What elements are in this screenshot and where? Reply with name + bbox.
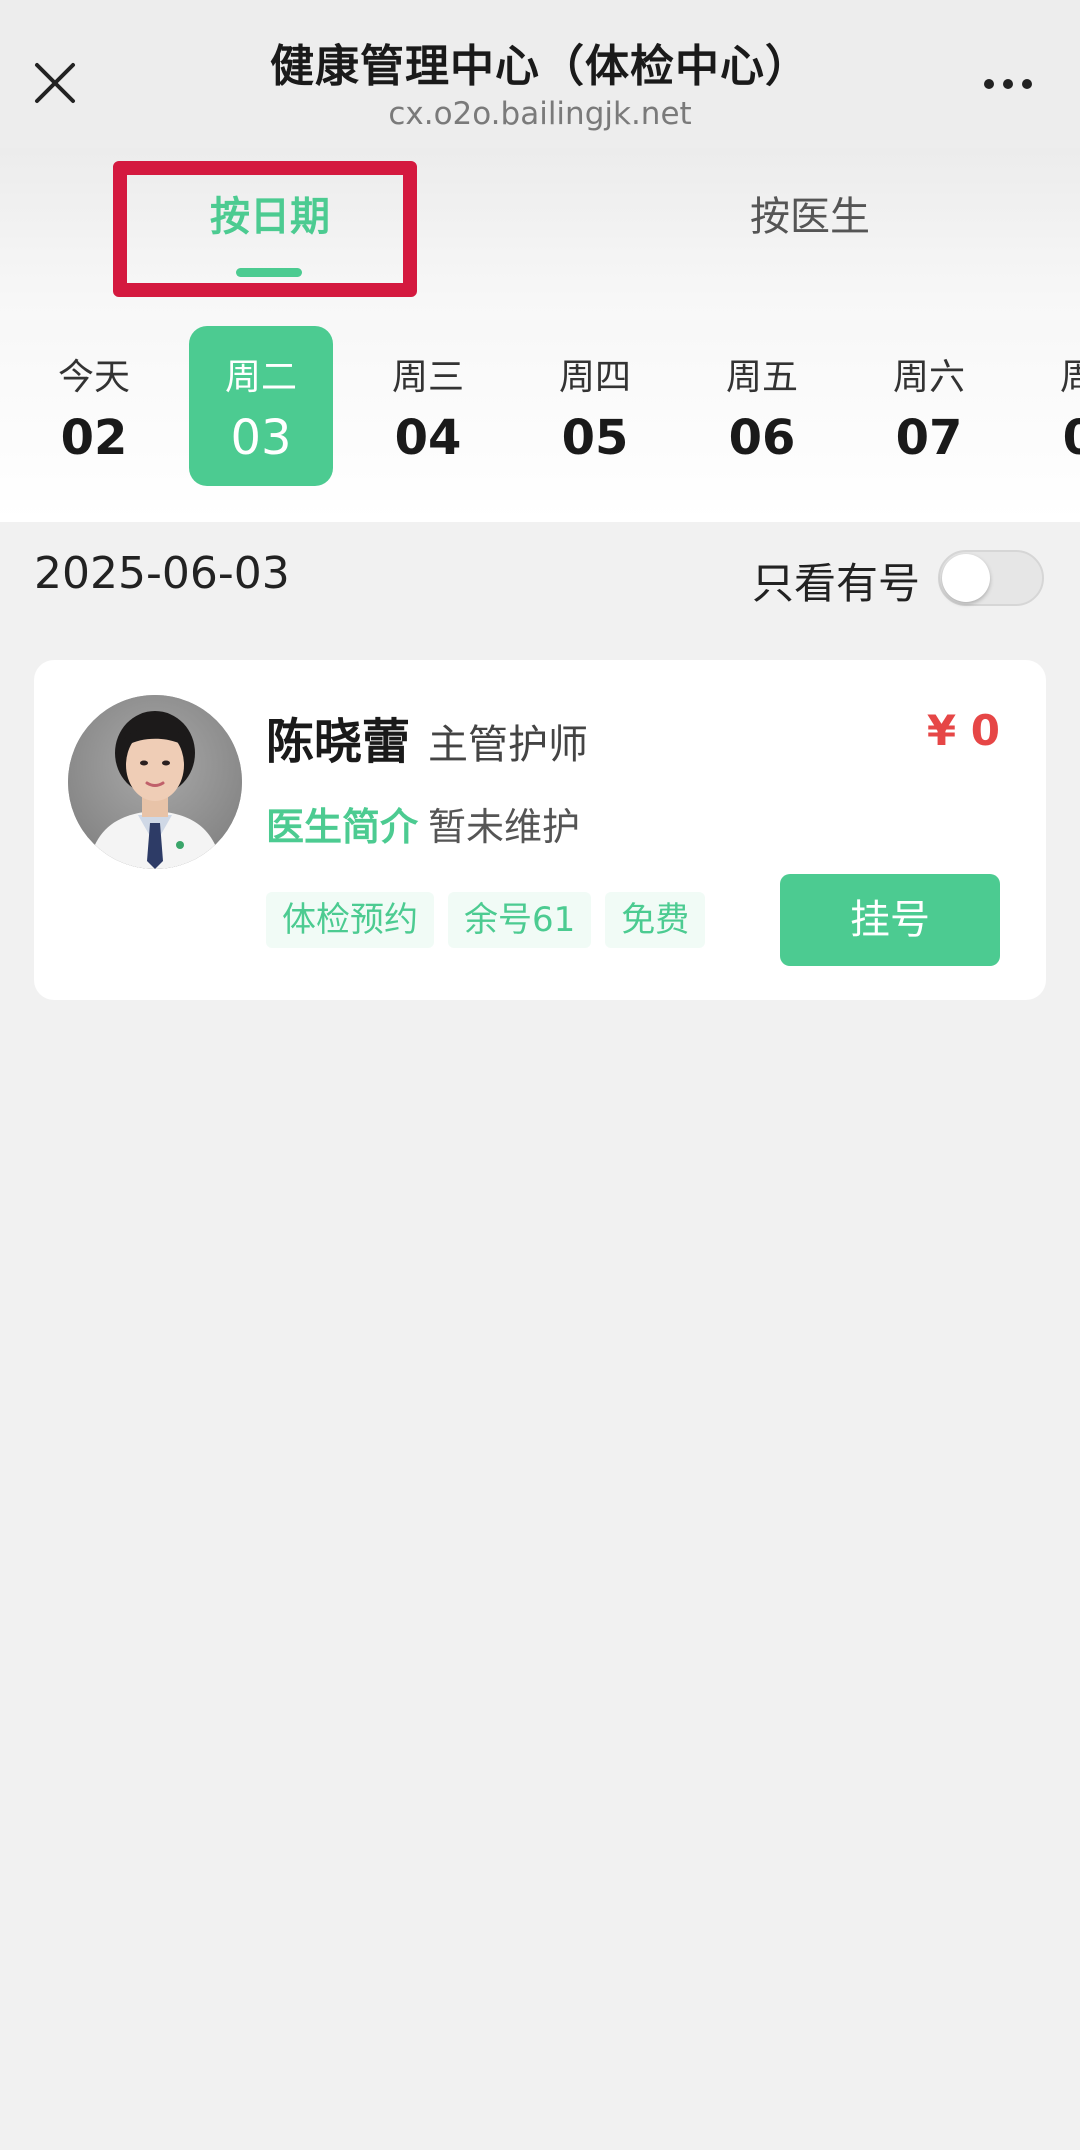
date-item[interactable]: 今天 02 — [22, 326, 166, 486]
date-weekday: 周六 — [892, 357, 965, 398]
toggle-knob — [942, 554, 990, 602]
tag-free: 免费 — [605, 892, 706, 948]
date-day: 05 — [561, 410, 629, 466]
date-item[interactable]: 周四 05 — [523, 326, 667, 486]
date-weekday: 周日 — [1059, 357, 1080, 398]
top-bar: 健康管理中心（体检中心） cx.o2o.bailingjk.net — [0, 0, 1080, 148]
more-dots-icon — [984, 79, 994, 89]
date-item[interactable]: 周六 07 — [857, 326, 1001, 486]
more-button[interactable] — [972, 56, 1044, 112]
date-weekday: 周二 — [224, 357, 297, 398]
date-day: 04 — [394, 410, 462, 466]
doctor-photo — [68, 695, 242, 869]
doctor-title: 主管护师 — [428, 722, 588, 768]
date-item[interactable]: 周三 04 — [356, 326, 500, 486]
date-day: 06 — [728, 410, 796, 466]
date-day: 03 — [230, 410, 292, 466]
doctor-card[interactable]: 陈晓蕾 主管护师 ¥ 0 医生简介 暂未维护 体检预约 余号61 免费 挂号 — [34, 660, 1046, 1000]
date-item[interactable]: 周日 08 — [1024, 326, 1080, 486]
page-title: 健康管理中心（体检中心） — [270, 41, 810, 92]
date-day: 08 — [1062, 410, 1080, 466]
schedule-selector: 按日期 按医生 今天 02 周二 03 周三 04 周四 05 周五 06 周六… — [0, 148, 1080, 522]
tab-by-doctor[interactable]: 按医生 — [650, 184, 970, 244]
available-only-toggle[interactable] — [938, 550, 1044, 606]
date-day: 02 — [60, 410, 128, 466]
avatar — [68, 695, 242, 869]
register-button[interactable]: 挂号 — [780, 874, 1000, 966]
doctor-name: 陈晓蕾 — [266, 714, 411, 770]
date-day: 07 — [895, 410, 963, 466]
date-weekday: 今天 — [57, 357, 130, 398]
date-weekday: 周五 — [725, 357, 798, 398]
selected-date: 2025-06-03 — [34, 548, 290, 599]
more-dot — [1022, 79, 1032, 89]
page-url: cx.o2o.bailingjk.net — [388, 96, 692, 132]
date-weekday: 周四 — [558, 357, 631, 398]
tag-exam-booking: 体检预约 — [266, 892, 434, 948]
date-item-selected[interactable]: 周二 03 — [189, 326, 333, 486]
date-strip[interactable]: 今天 02 周二 03 周三 04 周四 05 周五 06 周六 07 周日 0… — [0, 326, 1080, 486]
annotation-highlight-box — [113, 161, 417, 297]
tag-list: 体检预约 余号61 免费 — [266, 892, 706, 948]
price: ¥ 0 — [926, 706, 1000, 755]
date-weekday: 周三 — [391, 357, 464, 398]
date-item[interactable]: 周五 06 — [690, 326, 834, 486]
doctor-intro-label[interactable]: 医生简介 — [266, 796, 418, 851]
tag-remaining-slots: 余号61 — [448, 892, 592, 948]
more-dot — [1003, 79, 1013, 89]
available-only-label: 只看有号 — [752, 559, 921, 608]
doctor-intro-value: 暂未维护 — [428, 805, 581, 849]
